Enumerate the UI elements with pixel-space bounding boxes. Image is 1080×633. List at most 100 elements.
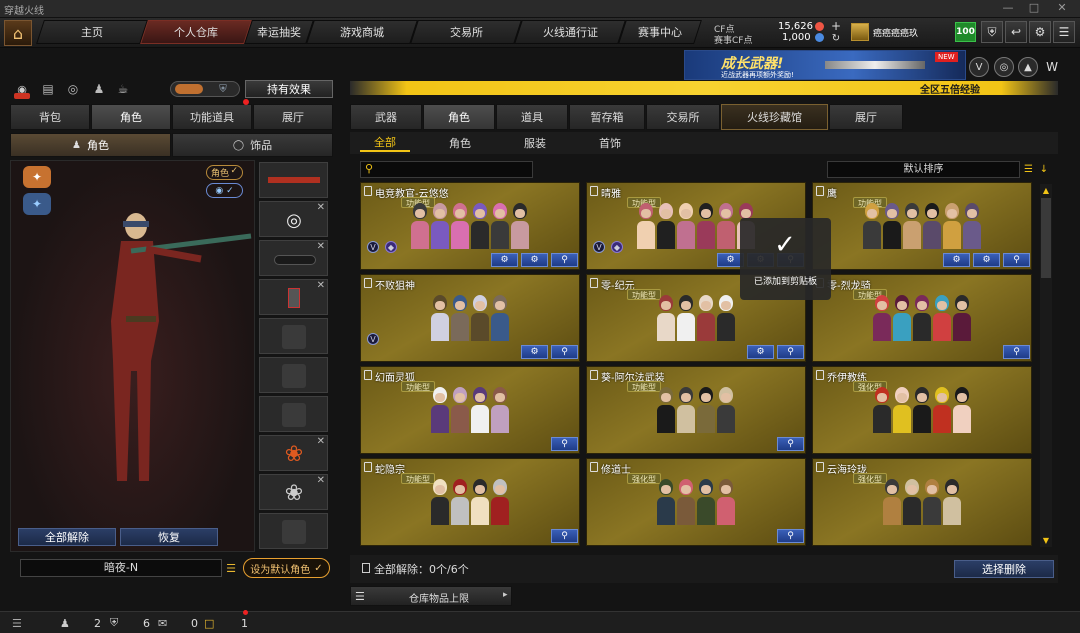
settings-icon[interactable]: ⚙ bbox=[943, 253, 970, 267]
select-delete-button[interactable]: 选择删除 bbox=[954, 560, 1054, 578]
character-alt-icon[interactable]: ✦ bbox=[23, 193, 51, 215]
pin-icon[interactable] bbox=[364, 186, 372, 196]
sort-list-icon[interactable]: ☰ bbox=[1021, 161, 1036, 178]
slot-empty-4[interactable] bbox=[259, 513, 328, 549]
filter-all[interactable]: 全部 bbox=[360, 134, 410, 152]
view-toggle[interactable]: ⛨ bbox=[170, 81, 240, 97]
promo-banner[interactable]: 成长武器! 近战武器再项额外奖励! NEW bbox=[684, 50, 966, 80]
right-tab-exchange[interactable]: 交易所 bbox=[646, 104, 720, 130]
nav-tab-home[interactable]: 主页 bbox=[36, 20, 148, 44]
right-tab-collection[interactable]: 火线珍藏馆 bbox=[721, 104, 828, 130]
slot-dragon-silver[interactable]: ✕ ❀ bbox=[259, 474, 328, 510]
gear-icon[interactable]: ⚙ bbox=[747, 345, 774, 359]
shield-small-icon[interactable]: ⛨ bbox=[211, 82, 235, 96]
chat-icon[interactable]: ✉ bbox=[158, 613, 167, 633]
left-tab-items[interactable]: 功能道具 bbox=[172, 104, 252, 130]
pin-icon[interactable] bbox=[590, 370, 598, 380]
face-icon[interactable] bbox=[175, 84, 203, 94]
character-name-field[interactable]: 暗夜-N bbox=[20, 559, 222, 577]
search-input[interactable]: ⚲ bbox=[360, 161, 533, 178]
eye-icon[interactable]: ◉ ✓ bbox=[206, 183, 243, 198]
item-card[interactable]: 不败狙神 V ⚙ ⚲ bbox=[360, 274, 580, 362]
menu-icon[interactable]: ☰ bbox=[1053, 21, 1075, 43]
filter-jewelry[interactable]: 首饰 bbox=[585, 134, 635, 152]
pin-icon[interactable] bbox=[590, 278, 598, 288]
close-icon[interactable]: ✕ bbox=[1050, 1, 1074, 17]
item-card[interactable]: 鹰功能型⚙⚙⚲ bbox=[812, 182, 1032, 270]
w-logo-icon[interactable]: W bbox=[1042, 57, 1062, 77]
minimize-icon[interactable]: — bbox=[996, 1, 1020, 17]
effects-button[interactable]: 持有效果 bbox=[245, 80, 333, 98]
slot-empty-1[interactable] bbox=[259, 318, 328, 354]
search-icon[interactable]: ⚲ bbox=[551, 437, 578, 451]
item-card[interactable]: 幻面灵狐 功能型 ⚲ bbox=[360, 366, 580, 454]
menu-list-icon[interactable]: ☰ bbox=[12, 613, 22, 633]
exit-icon[interactable]: ↩ bbox=[1005, 21, 1027, 43]
nav-tab-lottery[interactable]: 幸运抽奖 bbox=[244, 20, 314, 44]
slot-empty-2[interactable] bbox=[259, 357, 328, 393]
gear-icon[interactable]: ⚙ bbox=[973, 253, 1000, 267]
search-icon[interactable]: ⚲ bbox=[551, 529, 578, 543]
gear-icon[interactable]: ⚙ bbox=[521, 345, 548, 359]
slot-device[interactable]: ✕ bbox=[259, 279, 328, 315]
search-icon[interactable]: ⚲ bbox=[777, 437, 804, 451]
filter-role[interactable]: 角色 bbox=[435, 134, 485, 152]
slot-headphones[interactable]: ✕ ◎ bbox=[259, 201, 328, 237]
character-type-icon[interactable]: ✦ bbox=[23, 166, 51, 188]
left-tab-role[interactable]: 角色 bbox=[91, 104, 171, 130]
slot-close-icon[interactable]: ✕ bbox=[317, 436, 325, 447]
clan-icon[interactable]: ⛨ bbox=[110, 613, 118, 633]
set-default-button[interactable]: 设为默认角色 ✓ bbox=[243, 558, 330, 578]
pin-icon[interactable] bbox=[364, 278, 372, 288]
gear-icon[interactable]: ⚙ bbox=[1029, 21, 1051, 43]
pin-icon[interactable] bbox=[816, 462, 824, 472]
restore-button[interactable]: 恢复 bbox=[120, 528, 218, 546]
scroll-up-icon[interactable]: ▲ bbox=[1040, 184, 1052, 196]
pin-icon[interactable] bbox=[364, 370, 372, 380]
search-icon[interactable]: ⚲ bbox=[777, 345, 804, 359]
sort-desc-icon[interactable]: ↓ bbox=[1037, 161, 1051, 178]
right-tab-storage[interactable]: 暂存箱 bbox=[569, 104, 645, 130]
pin-icon[interactable] bbox=[590, 462, 598, 472]
item-card[interactable]: 葵-阿尔法武装 功能型 ⚲ bbox=[586, 366, 806, 454]
nav-tab-exchange[interactable]: 交易所 bbox=[410, 20, 522, 44]
pin-icon[interactable] bbox=[816, 186, 824, 196]
wolf-icon[interactable]: ▲ bbox=[1018, 57, 1038, 77]
subtab-accessory[interactable]: ◯ 饰品 bbox=[172, 133, 333, 157]
pin-icon[interactable] bbox=[590, 186, 598, 196]
search-icon[interactable]: ⚲ bbox=[1003, 253, 1030, 267]
settings-icon[interactable]: ⚙ bbox=[491, 253, 518, 267]
maximize-icon[interactable]: □ bbox=[1022, 1, 1046, 17]
scroll-down-icon[interactable]: ▼ bbox=[1040, 534, 1052, 546]
gift-icon[interactable]: □ bbox=[204, 613, 214, 633]
right-tab-roles[interactable]: 角色 bbox=[423, 104, 495, 130]
slot-empty-3[interactable] bbox=[259, 396, 328, 432]
pose-icon[interactable]: ♟ bbox=[90, 80, 108, 98]
home-icon[interactable]: ⌂ bbox=[4, 20, 32, 46]
right-tab-weapons[interactable]: 武器 bbox=[350, 104, 422, 130]
item-card[interactable]: 电竞教官-云悠悠功能型V◆⚙⚙⚲ bbox=[360, 182, 580, 270]
slot-close-icon[interactable]: ✕ bbox=[317, 202, 325, 213]
left-tab-gallery[interactable]: 展厅 bbox=[253, 104, 333, 130]
nav-tab-pass[interactable]: 火线通行证 bbox=[514, 20, 626, 44]
item-card[interactable]: 乔伊教练 强化型 bbox=[812, 366, 1032, 454]
search-icon[interactable]: ⚲ bbox=[551, 253, 578, 267]
item-card[interactable]: 蛇隐宗 功能型 ⚲ bbox=[360, 458, 580, 546]
storage-limit-button[interactable]: ☰ 仓库物品上限 ▸ bbox=[350, 586, 512, 606]
list-icon[interactable]: ☰ bbox=[224, 559, 238, 577]
slot-dragon-red[interactable]: ✕ ❀ bbox=[259, 435, 328, 471]
shield-icon[interactable]: ⛨ bbox=[981, 21, 1003, 43]
gear-icon[interactable]: ⚙ bbox=[521, 253, 548, 267]
nav-tab-warehouse[interactable]: 个人仓库 bbox=[140, 20, 252, 44]
subtab-role[interactable]: ♟ 角色 bbox=[10, 133, 171, 157]
refresh-icon[interactable]: ↻ bbox=[830, 32, 842, 44]
slot-close-icon[interactable]: ✕ bbox=[317, 280, 325, 291]
nav-tab-mall[interactable]: 游戏商城 bbox=[306, 20, 418, 44]
scrollbar[interactable]: ▲ ▼ bbox=[1040, 184, 1052, 547]
item-card[interactable]: 零-烈龙骑 功能型 ⚲ bbox=[812, 274, 1032, 362]
stats-icon[interactable]: ▤ bbox=[39, 80, 57, 98]
left-tab-bag[interactable]: 背包 bbox=[10, 104, 90, 130]
search-icon[interactable]: ⚲ bbox=[551, 345, 578, 359]
right-tab-gallery[interactable]: 展厅 bbox=[829, 104, 903, 130]
target-icon[interactable]: ◎ bbox=[994, 57, 1014, 77]
